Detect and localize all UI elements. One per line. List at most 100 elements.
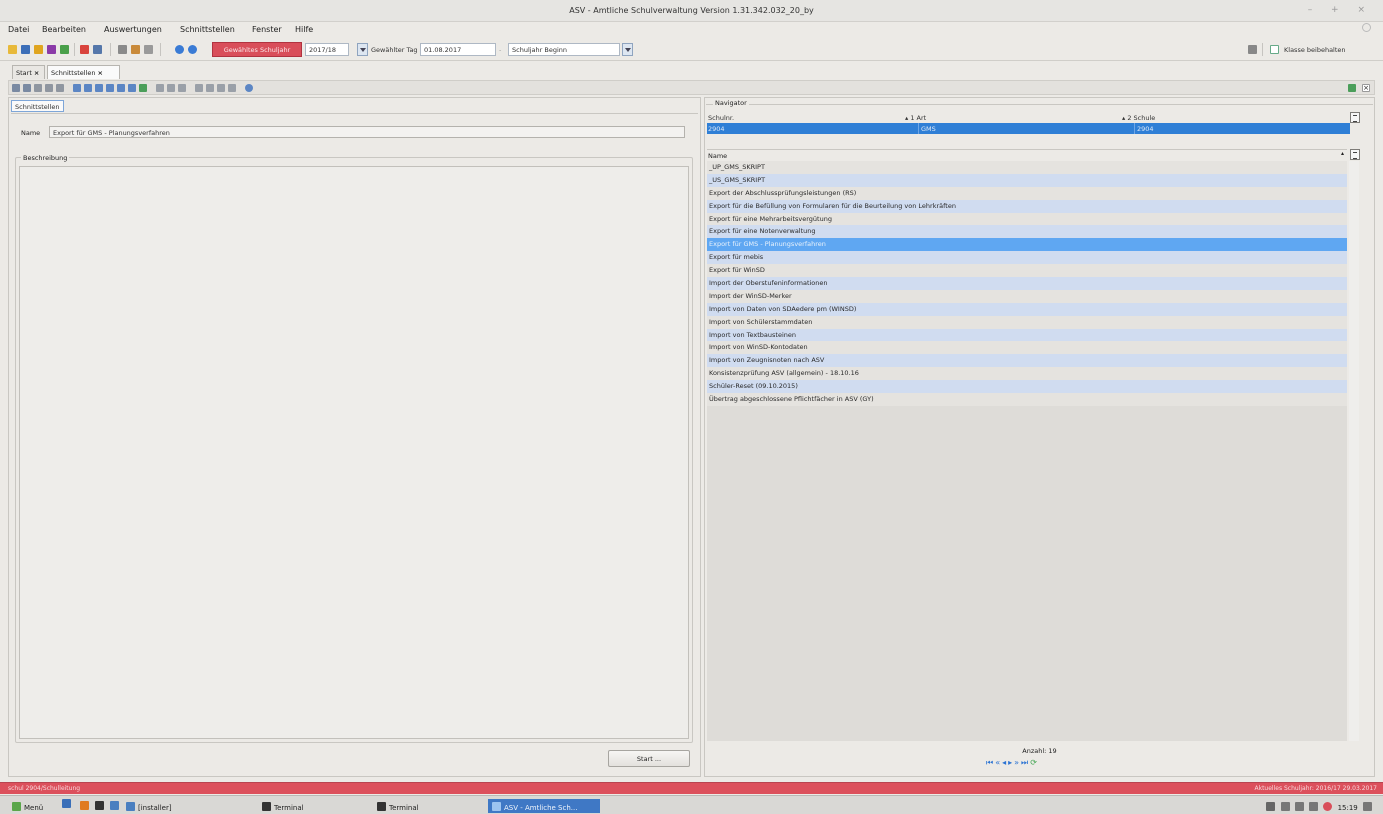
- report-icon[interactable]: [80, 45, 89, 54]
- export-icon[interactable]: [131, 45, 140, 54]
- list-item[interactable]: Export für GMS - Planungsverfahren: [707, 238, 1347, 252]
- list-item[interactable]: Import von Schülerstammdaten: [707, 315, 1347, 329]
- prev-record-icon[interactable]: [95, 84, 103, 92]
- list-item[interactable]: Übertrag abgeschlossene Pflichtfächer in…: [707, 393, 1347, 406]
- chart-icon[interactable]: [34, 45, 43, 54]
- close-icon[interactable]: ×: [34, 69, 39, 77]
- task-terminal-2[interactable]: Terminal: [373, 799, 423, 813]
- column-chooser-icon[interactable]: [1350, 112, 1360, 123]
- tools-icon[interactable]: [1248, 45, 1257, 54]
- new-icon[interactable]: [12, 84, 20, 92]
- task-terminal-1[interactable]: Terminal: [258, 799, 308, 813]
- cut-icon[interactable]: [156, 84, 164, 92]
- clipboard-tray-icon[interactable]: [1280, 802, 1290, 811]
- wizard-icon[interactable]: [144, 45, 153, 54]
- network-off-icon[interactable]: [1323, 802, 1333, 811]
- filter-icon[interactable]: [206, 84, 214, 92]
- close-icon[interactable]: ×: [98, 69, 103, 77]
- list-item[interactable]: Import der Oberstufeninformationen: [707, 277, 1347, 290]
- copy-icon[interactable]: [56, 84, 64, 92]
- timepoint-dropdown-icon[interactable]: [622, 43, 633, 56]
- menu-bearbeiten[interactable]: Bearbeiten: [42, 25, 86, 34]
- description-textarea[interactable]: [19, 166, 689, 739]
- navigator-selected-row[interactable]: 2904 GMS 2904: [707, 123, 1350, 134]
- schoolyear-dropdown-icon[interactable]: [357, 43, 368, 56]
- keep-class-checkbox[interactable]: [1270, 45, 1279, 54]
- notification-icon[interactable]: [1363, 802, 1372, 811]
- task-asv[interactable]: ASV - Amtliche Sch...: [488, 799, 600, 813]
- next-page-icon[interactable]: »: [1014, 758, 1021, 767]
- list-item[interactable]: _UP_GMS_SKRIPT: [707, 161, 1347, 174]
- user-icon[interactable]: [1266, 802, 1276, 811]
- list-item[interactable]: _US_GMS_SKRIPT: [707, 173, 1347, 187]
- pen-icon[interactable]: [1294, 802, 1304, 811]
- tab-start[interactable]: Start ×: [12, 65, 45, 79]
- start-menu-button[interactable]: Menü: [8, 799, 47, 813]
- export-excel-icon[interactable]: [1348, 84, 1356, 92]
- search-icon[interactable]: [217, 84, 225, 92]
- last-page-icon[interactable]: ⏭: [1021, 758, 1030, 767]
- next-page-icon[interactable]: [117, 84, 125, 92]
- volume-icon[interactable]: [1309, 802, 1319, 811]
- list-icon[interactable]: [93, 45, 102, 54]
- back-icon[interactable]: [175, 45, 184, 54]
- print-icon[interactable]: [118, 45, 127, 54]
- school-icon[interactable]: [21, 45, 30, 54]
- list-item[interactable]: Konsistenzprüfung ASV (allgemein) - 18.1…: [707, 367, 1347, 381]
- menu-auswertungen[interactable]: Auswertungen: [104, 25, 162, 34]
- paste-icon[interactable]: [167, 84, 175, 92]
- schoolyear-combo[interactable]: 2017/18: [305, 43, 349, 56]
- desktop-icon[interactable]: [62, 799, 71, 808]
- tab-schnittstellen[interactable]: Schnittstellen ×: [47, 65, 120, 79]
- calendar-icon[interactable]: [47, 45, 56, 54]
- people-icon[interactable]: [8, 45, 17, 54]
- firefox-icon[interactable]: [80, 801, 89, 810]
- tab-schnittstellen-detail[interactable]: Schnittstellen: [11, 100, 64, 112]
- window-controls[interactable]: – + ×: [1308, 5, 1373, 15]
- tray-clock[interactable]: 15:19: [1266, 802, 1375, 812]
- list-item[interactable]: Import von Textbausteinen: [707, 328, 1347, 342]
- sort-arrow-icon[interactable]: ▴: [1341, 150, 1344, 157]
- list-item[interactable]: Import von Daten von SDAedere pm (WINSD): [707, 302, 1347, 316]
- prev-page-icon[interactable]: [84, 84, 92, 92]
- menu-hilfe[interactable]: Hilfe: [295, 25, 313, 34]
- column-header-schule[interactable]: ▴ 2 Schule: [1122, 114, 1155, 122]
- list-scrollbar[interactable]: [1349, 161, 1359, 741]
- selected-schoolyear-button[interactable]: Gewähltes Schuljahr: [212, 42, 302, 57]
- list-item[interactable]: Export der Abschlussprüfungsleistungen (…: [707, 186, 1347, 200]
- list-item[interactable]: Schüler-Reset (09.10.2015): [707, 380, 1347, 394]
- first-record-icon[interactable]: [73, 84, 81, 92]
- help-icon[interactable]: [245, 84, 253, 92]
- list-item[interactable]: Export für eine Mehrarbeitsvergütung: [707, 212, 1347, 226]
- name-field[interactable]: Export für GMS - Planungsverfahren: [49, 126, 685, 138]
- start-button[interactable]: Start ...: [608, 750, 690, 767]
- list-item[interactable]: Import von WinSD-Kontodaten: [707, 341, 1347, 355]
- delete-icon[interactable]: [45, 84, 53, 92]
- column-header-schulnr[interactable]: Schulnr.: [708, 114, 734, 122]
- menu-fenster[interactable]: Fenster: [252, 25, 282, 34]
- selected-day-field[interactable]: 01.08.2017: [420, 43, 496, 56]
- mail-icon[interactable]: [228, 84, 236, 92]
- menu-datei[interactable]: Datei: [8, 25, 29, 34]
- print-icon[interactable]: [195, 84, 203, 92]
- list-column-header[interactable]: Name: [707, 149, 1347, 160]
- refresh-icon[interactable]: [139, 84, 147, 92]
- files-icon[interactable]: [110, 801, 119, 810]
- task-installer[interactable]: [installer]: [122, 799, 176, 813]
- first-page-icon[interactable]: ⏮: [986, 758, 995, 767]
- list-item[interactable]: Import von Zeugnisnoten nach ASV: [707, 354, 1347, 368]
- close-panel-icon[interactable]: ×: [1362, 84, 1370, 92]
- list-item[interactable]: Export für eine Notenverwaltung: [707, 225, 1347, 239]
- column-header-art[interactable]: ▴ 1 Art: [905, 114, 926, 122]
- next-record-icon[interactable]: [106, 84, 114, 92]
- undo-icon[interactable]: [34, 84, 42, 92]
- forward-icon[interactable]: [188, 45, 197, 54]
- list-item[interactable]: Export für die Befüllung von Formularen …: [707, 199, 1347, 213]
- timepoint-combo[interactable]: Schuljahr Beginn: [508, 43, 620, 56]
- list-item[interactable]: Export für WinSD: [707, 264, 1347, 278]
- list-item[interactable]: Export für mebis: [707, 251, 1347, 265]
- list-item[interactable]: Import der WinSD-Merker: [707, 289, 1347, 303]
- restore-icon[interactable]: [1362, 23, 1371, 32]
- refresh-icon[interactable]: ⟳: [1030, 758, 1039, 767]
- grades-icon[interactable]: [60, 45, 69, 54]
